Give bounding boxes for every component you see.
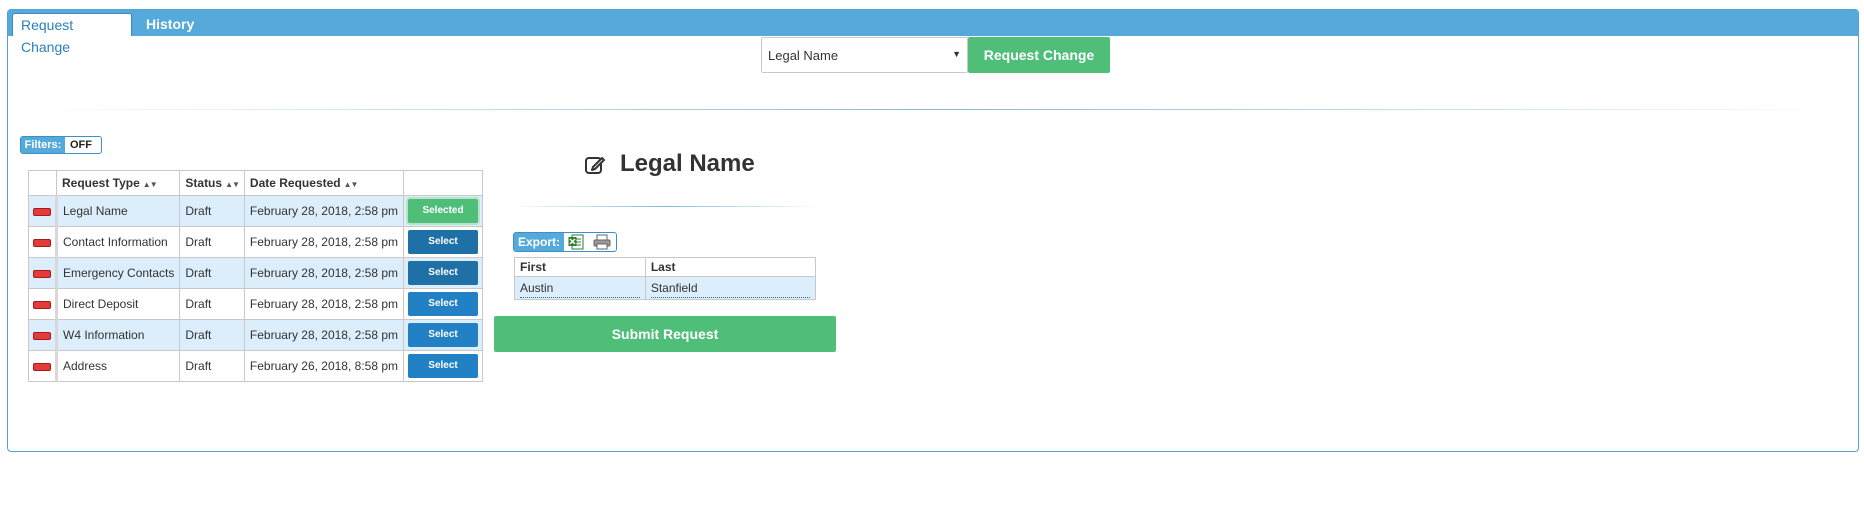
table-row[interactable]: Legal Name Draft February 28, 2018, 2:58… <box>28 195 484 227</box>
remove-icon[interactable] <box>33 362 51 371</box>
request-type-cell: Legal Name <box>55 195 181 227</box>
print-icon[interactable] <box>593 234 611 250</box>
requests-table: Request Type ▲▼ Status ▲▼ Date Requested ▲▼… <box>28 170 484 382</box>
table-row[interactable]: Contact Information Draft February 28, 2… <box>28 226 484 258</box>
filters-toggle[interactable]: Filters: OFF <box>20 136 102 154</box>
status-cell: Draft <box>179 226 245 258</box>
first-name-field[interactable]: Austin <box>520 279 640 298</box>
remove-icon[interactable] <box>33 331 51 340</box>
tab-bar: Request Change History <box>8 10 1858 55</box>
excel-icon[interactable] <box>568 234 584 250</box>
date-cell: February 28, 2018, 2:58 pm <box>243 319 405 351</box>
table-row: Austin Stanfield <box>514 276 817 300</box>
select-button[interactable]: Select <box>408 354 479 378</box>
sort-icon[interactable]: ▲▼ <box>344 180 359 189</box>
header-status-label: Status <box>185 176 223 190</box>
export-label: Export: <box>514 233 564 251</box>
status-cell: Draft <box>179 257 245 289</box>
top-divider <box>24 109 1844 110</box>
request-type-cell: W4 Information <box>55 319 181 351</box>
header-status[interactable]: Status ▲▼ <box>179 170 245 196</box>
header-request-type[interactable]: Request Type ▲▼ <box>55 170 181 196</box>
table-row[interactable]: Direct Deposit Draft February 28, 2018, … <box>28 288 484 320</box>
remove-icon[interactable] <box>33 238 51 247</box>
date-cell: February 26, 2018, 8:58 pm <box>243 350 405 382</box>
filters-state: OFF <box>70 139 92 151</box>
header-date-requested[interactable]: Date Requested ▲▼ <box>243 170 405 196</box>
status-cell: Draft <box>179 288 245 320</box>
chevron-down-icon: ▼ <box>952 49 961 59</box>
request-type-cell: Direct Deposit <box>55 288 181 320</box>
status-cell: Draft <box>179 319 245 351</box>
sort-icon[interactable]: ▲▼ <box>225 180 240 189</box>
edit-icon <box>585 157 605 174</box>
date-cell: February 28, 2018, 2:58 pm <box>243 226 405 258</box>
request-type-selected-value: Legal Name <box>768 48 839 63</box>
request-change-button[interactable]: Request Change <box>968 37 1110 73</box>
table-row[interactable]: Emergency Contacts Draft February 28, 20… <box>28 257 484 289</box>
remove-icon[interactable] <box>33 207 51 216</box>
header-control-column <box>28 170 57 196</box>
header-request-type-label: Request Type <box>62 176 140 190</box>
status-cell: Draft <box>179 350 245 382</box>
detail-title: Legal Name <box>620 150 755 177</box>
request-type-cell: Emergency Contacts <box>55 257 181 289</box>
date-cell: February 28, 2018, 2:58 pm <box>243 257 405 289</box>
remove-icon[interactable] <box>33 269 51 278</box>
tab-request-change[interactable]: Request Change <box>12 13 132 55</box>
export-toolbar: Export: <box>513 232 617 252</box>
last-name-field[interactable]: Stanfield <box>650 279 810 298</box>
header-first: First <box>514 257 646 277</box>
legal-name-table: First Last Austin Stanfield <box>514 257 817 300</box>
select-button[interactable]: Select <box>408 323 479 347</box>
remove-icon[interactable] <box>33 300 51 309</box>
header-action-column <box>403 170 484 196</box>
request-type-cell: Address <box>55 350 181 382</box>
date-cell: February 28, 2018, 2:58 pm <box>243 195 405 227</box>
filters-label: Filters: <box>21 137 65 153</box>
select-button[interactable]: Select <box>408 292 479 316</box>
select-button[interactable]: Select <box>408 261 479 285</box>
table-row[interactable]: W4 Information Draft February 28, 2018, … <box>28 319 484 351</box>
detail-divider <box>510 206 820 207</box>
tab-history[interactable]: History <box>138 13 202 36</box>
request-type-cell: Contact Information <box>55 226 181 258</box>
selected-button[interactable]: Selected <box>408 199 479 223</box>
select-button[interactable]: Select <box>408 230 479 254</box>
table-row[interactable]: Address Draft February 26, 2018, 8:58 pm… <box>28 350 484 382</box>
status-cell: Draft <box>179 195 245 227</box>
header-last: Last <box>644 257 817 277</box>
date-cell: February 28, 2018, 2:58 pm <box>243 288 405 320</box>
sort-icon[interactable]: ▲▼ <box>143 180 158 189</box>
header-date-label: Date Requested <box>249 176 341 190</box>
request-type-select[interactable]: Legal Name ▼ <box>761 37 968 73</box>
submit-request-button[interactable]: Submit Request <box>494 316 836 352</box>
